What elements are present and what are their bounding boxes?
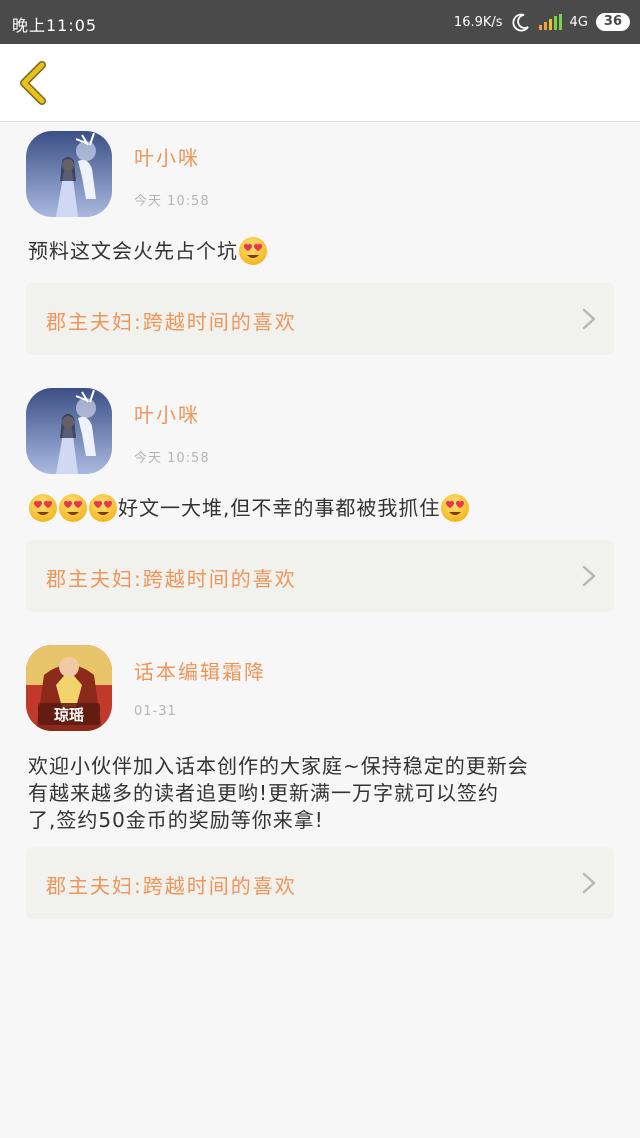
chevron-right-icon (582, 308, 596, 330)
moon-icon (512, 13, 529, 32)
comment-text: 欢迎小伙伴加入话本创作的大家庭~保持稳定的更新会 有越来越多的读者追更哟!更新满… (28, 753, 618, 834)
network-type: 4G (569, 14, 588, 30)
avatar[interactable] (26, 388, 112, 474)
heart-eyes-emoji-icon (238, 236, 268, 266)
comment-text-line: 欢迎小伙伴加入话本创作的大家庭~保持稳定的更新会 (28, 754, 529, 778)
book-link-card[interactable]: 郡主夫妇:跨越时间的喜欢 (26, 847, 614, 919)
book-link-card[interactable]: 郡主夫妇:跨越时间的喜欢 (26, 283, 614, 355)
comment-date: 今天 10:58 (134, 451, 210, 466)
heart-eyes-emoji-icon (58, 493, 88, 523)
heart-eyes-emoji-icon (28, 493, 58, 523)
comment-username[interactable]: 叶小咪 (134, 142, 200, 171)
book-title: 郡主夫妇:跨越时间的喜欢 (46, 874, 297, 898)
comment-text: 预料这文会火先占个坑 (28, 236, 618, 266)
comment-text-line: 了,签约50金币的奖励等你来拿! (28, 808, 324, 832)
book-link-card[interactable]: 郡主夫妇:跨越时间的喜欢 (26, 540, 614, 612)
status-time: 晚上11:05 (12, 16, 98, 35)
comment-date: 今天 10:58 (134, 194, 210, 209)
signal-icon (538, 14, 562, 30)
net-speed: 16.9K/s (453, 14, 503, 30)
battery-icon: 36 (595, 13, 630, 31)
comment-date: 01-31 (134, 704, 177, 719)
avatar-image (26, 131, 112, 217)
avatar[interactable] (26, 131, 112, 217)
avatar-label: 琼瑶 (54, 706, 84, 724)
comment-text-content: 预料这文会火先占个坑 (28, 238, 238, 263)
chevron-right-icon (582, 872, 596, 894)
comment-text-content: 好文一大堆,但不幸的事都被我抓住 (118, 495, 441, 520)
book-title: 郡主夫妇:跨越时间的喜欢 (46, 567, 297, 591)
comment-username[interactable]: 叶小咪 (134, 399, 200, 428)
nav-bar (0, 44, 640, 122)
comment-text: 好文一大堆,但不幸的事都被我抓住 (28, 493, 618, 523)
status-bar: 晚上11:05 16.9K/s 4G 36 (0, 0, 640, 44)
avatar-image (26, 388, 112, 474)
comment-text-line: 有越来越多的读者追更哟!更新满一万字就可以签约 (28, 781, 500, 805)
comment-username[interactable]: 话本编辑霜降 (134, 656, 266, 685)
chevron-right-icon (582, 565, 596, 587)
book-title: 郡主夫妇:跨越时间的喜欢 (46, 310, 297, 334)
chevron-left-icon (20, 61, 46, 105)
avatar[interactable]: 琼瑶 (26, 645, 112, 731)
back-button[interactable] (14, 60, 54, 106)
avatar-image: 琼瑶 (26, 645, 112, 731)
heart-eyes-emoji-icon (88, 493, 118, 523)
status-right: 16.9K/s 4G 36 (454, 10, 630, 34)
heart-eyes-emoji-icon (440, 493, 470, 523)
